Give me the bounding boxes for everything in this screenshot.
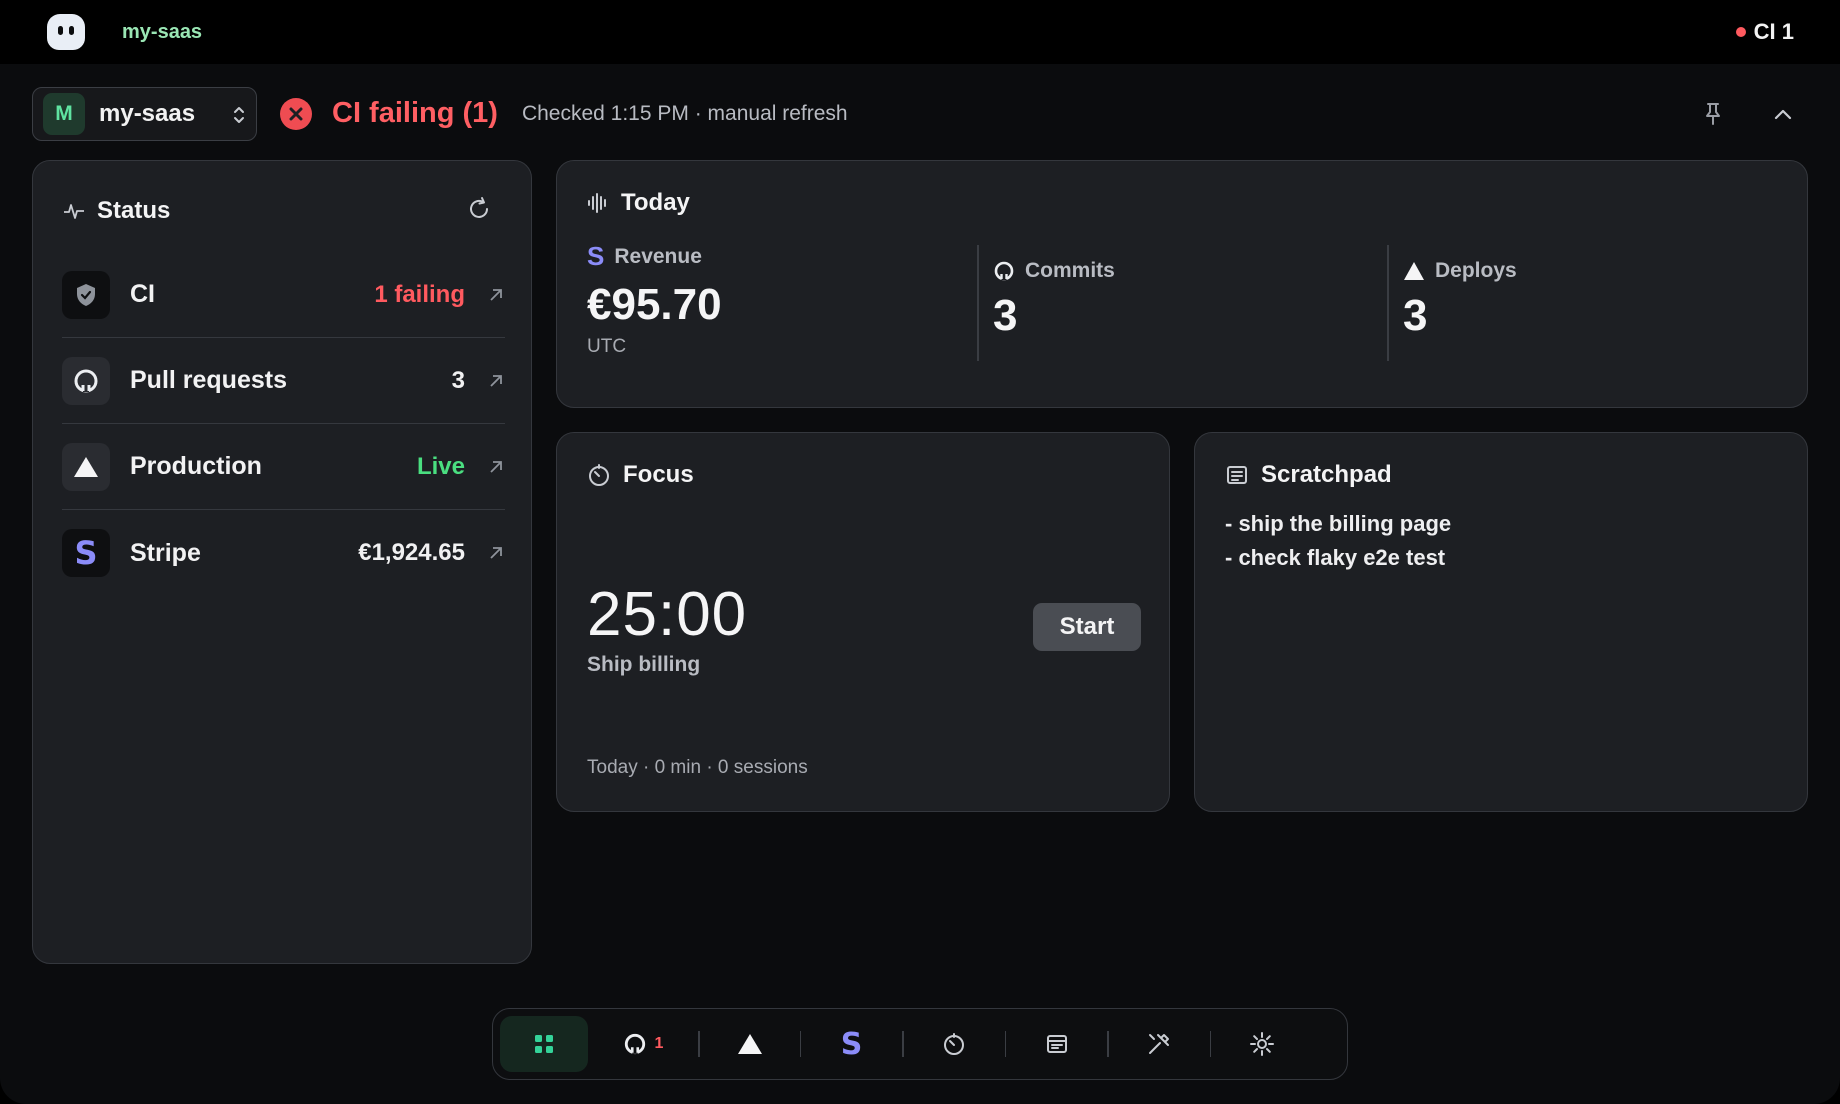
stripe-icon: S [840,1026,863,1062]
github-badge: 1 [654,1035,664,1052]
status-label-pull-requests: Pull requests [130,366,287,394]
ci-failing-text: CI failing (1) [332,97,498,129]
status-title-text: Status [97,197,171,224]
project-avatar: M [43,93,85,135]
github-icon [994,261,1014,281]
start-button[interactable]: Start [1033,603,1141,651]
status-dot-icon [1735,27,1746,37]
divider [1387,245,1389,361]
timer-icon [944,1033,964,1055]
app-window: my-saas CI 1 M my-saas CI failing (1) Ch… [0,0,1840,1104]
triangle-icon [737,1034,762,1054]
status-card-title: Status [63,197,170,225]
project-name: my-saas [99,100,196,127]
dock-stripe-button[interactable]: S [801,1016,902,1072]
dock-settings-button[interactable] [1211,1016,1312,1072]
tray-label: CI 1 [1753,19,1794,44]
today-title-text: Today [621,189,690,216]
bottom-dock: 1 S [492,1008,1348,1080]
dock-overview-button[interactable] [500,1016,588,1072]
ci-status-headline: CI failing (1) Checked 1:15 PM · manual … [280,97,848,130]
focus-stats: Today · 0 min · 0 sessions [587,757,808,778]
app-logo-icon[interactable] [47,14,85,50]
activity-icon [64,204,84,219]
focus-title-text: Focus [623,461,694,488]
scratchpad-title: Scratchpad [1225,461,1392,489]
error-x-icon [280,97,312,130]
dock-tools-button[interactable] [1109,1016,1210,1072]
ci-tray-indicator[interactable]: CI 1 [1735,19,1794,45]
focus-card-title: Focus [587,461,694,489]
status-label-production: Production [130,452,262,480]
github-icon [624,1033,645,1055]
dock-focus-button[interactable] [904,1016,1005,1072]
scratchpad-textarea[interactable]: - ship the billing page - check flaky e2… [1225,507,1451,575]
notes-icon [1227,466,1247,484]
deploys-value: 3 [1403,291,1428,340]
divider [977,245,979,361]
commits-label: Commits [1025,259,1115,282]
scratchpad-line: - check flaky e2e test [1225,545,1446,570]
triangle-icon [1404,262,1424,280]
focus-task-label[interactable]: Ship billing [587,653,700,677]
external-link-icon[interactable] [487,458,505,476]
waveform-icon [588,193,606,213]
notes-icon [1046,1035,1067,1053]
status-row-ci[interactable]: CI 1 failing [62,252,505,338]
dock-deploys-button[interactable] [700,1016,800,1072]
status-list: CI 1 failing Pull requests 3 Production … [62,252,505,596]
stripe-icon: S [62,529,110,577]
status-value-ci: 1 failing [374,280,465,308]
project-selector[interactable]: M my-saas [32,87,257,141]
tools-icon [1149,1034,1169,1054]
today-card: Today S Revenue €95.70 UTC Commits 3 Dep… [556,160,1808,408]
dock-github-button[interactable]: 1 [588,1016,698,1072]
dock-scratchpad-button[interactable] [1006,1016,1107,1072]
timer-icon [589,464,609,486]
status-value-pull-requests: 3 [451,366,465,394]
commits-metric: Commits 3 [993,259,1115,341]
settings-icon [1249,1032,1274,1056]
github-icon [62,356,110,405]
external-link-icon[interactable] [487,286,505,304]
revenue-label: Revenue [614,244,702,268]
chevron-up-icon[interactable] [1768,99,1798,129]
focus-card: Focus 25:00 Ship billing Start Today · 0… [556,432,1170,812]
app-name[interactable]: my-saas [122,21,202,44]
external-link-icon[interactable] [487,544,505,562]
refresh-icon[interactable] [465,195,493,223]
timer-display: 25:00 [587,580,748,649]
header: M my-saas CI failing (1) Checked 1:15 PM… [32,87,1808,141]
revenue-metric: S Revenue €95.70 UTC [587,241,722,358]
scratchpad-card[interactable]: Scratchpad - ship the billing page - che… [1194,432,1808,812]
scratchpad-title-text: Scratchpad [1261,461,1392,488]
status-row-stripe[interactable]: S Stripe €1,924.65 [62,510,505,596]
status-row-pull-requests[interactable]: Pull requests 3 [62,338,505,424]
status-card: Status CI 1 failing Pull requests 3 Prod… [32,160,532,964]
today-card-title: Today [587,189,690,217]
status-label-stripe: Stripe [130,538,201,567]
status-value-production: Live [416,452,465,480]
shield-check-icon [62,270,110,319]
last-checked-text: Checked 1:15 PM · manual refresh [521,101,848,125]
external-link-icon[interactable] [487,372,505,390]
chevron-updown-icon [234,107,244,123]
status-row-production[interactable]: Production Live [62,424,505,510]
status-label-ci: CI [130,280,155,308]
stripe-icon: S [587,241,605,271]
deploys-metric: Deploys 3 [1403,259,1517,341]
revenue-value: €95.70 [587,280,722,329]
commits-value: 3 [993,291,1018,340]
status-value-stripe: €1,924.65 [358,539,465,566]
triangle-icon [62,442,110,491]
scratchpad-line: - ship the billing page [1225,511,1452,536]
pin-icon[interactable] [1698,99,1728,129]
overview-icon [535,1035,553,1053]
deploys-label: Deploys [1435,259,1517,282]
revenue-timezone: UTC [587,336,627,357]
menu-bar: my-saas CI 1 [0,0,1840,64]
